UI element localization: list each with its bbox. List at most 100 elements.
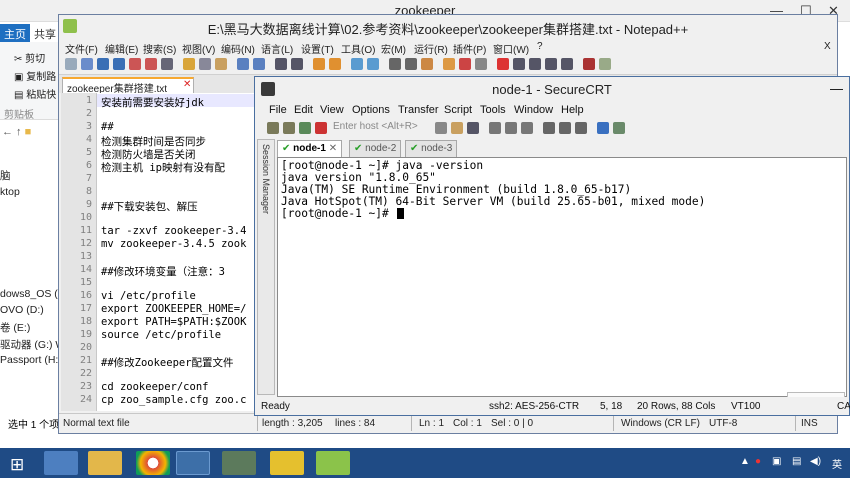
redo-icon[interactable] [253,58,265,70]
run-macro-multi-icon[interactable] [545,58,557,70]
help-icon[interactable] [597,122,609,134]
function-list-icon[interactable] [459,58,471,70]
menu-tools[interactable]: Tools [480,104,506,116]
zoom-in-icon[interactable] [313,58,325,70]
session-manager-panel[interactable]: Session Manager [257,139,275,395]
stop-macro-icon[interactable] [513,58,525,70]
menu-window[interactable]: Window [514,104,553,116]
sync-scroll-icon[interactable] [351,58,363,70]
print-selection-icon[interactable] [505,122,517,134]
nav-item[interactable]: dows8_OS ( [0,288,58,300]
folder-workspace-icon[interactable] [475,58,487,70]
close-document-button[interactable]: X [824,41,831,52]
key-icon[interactable] [575,122,587,134]
tab-node-2[interactable]: ✔ node-2 [349,140,402,157]
doc-map-icon[interactable] [443,58,455,70]
menu-edit[interactable]: Edit [294,104,313,116]
cut-button[interactable]: ✂ 剪切 [14,50,45,65]
menu-plugins[interactable]: 插件(P) [453,41,486,56]
settings-app-icon[interactable] [44,451,78,475]
ime-indicator[interactable]: 英 [832,456,842,471]
tab-node-1[interactable]: ✔ node-1 ✕ [277,140,343,157]
pdf-reader-icon[interactable] [270,451,304,475]
undo-icon[interactable] [237,58,249,70]
paste-shortcut-button[interactable]: ▤ 粘贴快 [14,86,56,101]
open-file-icon[interactable] [81,58,93,70]
menu-help[interactable]: ? [537,41,543,52]
file-explorer-icon[interactable] [88,451,122,475]
tab-home[interactable]: 主页 [0,24,30,44]
menu-tools[interactable]: 工具(O) [341,41,375,56]
document-tab[interactable]: zookeeper集群搭建.txt ✕ [62,77,194,95]
paste-icon[interactable] [451,122,463,134]
menu-help[interactable]: Help [561,104,584,116]
disconnect-icon[interactable] [315,122,327,134]
minimize-icon[interactable]: — [830,81,843,96]
tab-close-icon[interactable]: ✕ [183,79,191,90]
show-all-icon[interactable] [405,58,417,70]
tab-share[interactable]: 共享 [34,26,56,42]
copy-icon[interactable] [199,58,211,70]
menu-view[interactable]: 视图(V) [182,41,215,56]
connect-icon[interactable] [267,122,279,134]
quick-connect-icon[interactable] [283,122,295,134]
plugin-icon[interactable] [599,58,611,70]
menu-script[interactable]: Script [444,104,472,116]
menu-edit[interactable]: 编辑(E) [105,41,138,56]
cut-icon[interactable] [183,58,195,70]
host-input[interactable]: Enter host <Alt+R> [333,121,418,132]
paste-icon[interactable] [215,58,227,70]
save-icon[interactable] [97,58,109,70]
menu-run[interactable]: 运行(R) [414,41,448,56]
image-viewer-icon[interactable] [222,451,256,475]
menu-file[interactable]: 文件(F) [65,41,98,56]
menu-view[interactable]: View [320,104,344,116]
session-options-icon[interactable] [543,122,555,134]
volume-icon[interactable]: ◀) [810,456,821,467]
wrap-icon[interactable] [389,58,401,70]
copy-icon[interactable] [435,122,447,134]
save-all-icon[interactable] [113,58,125,70]
security-tray-icon[interactable]: ● [755,456,761,467]
nav-item[interactable]: Passport (H: [0,354,58,366]
chrome-icon[interactable] [136,451,170,475]
zoom-out-icon[interactable] [329,58,341,70]
windows-start-icon[interactable]: ⊞ [10,455,24,475]
global-options-icon[interactable] [559,122,571,134]
nav-item[interactable]: 驱动器 (G:) W [0,337,65,352]
find-icon[interactable] [275,58,287,70]
save-macro-icon[interactable] [561,58,573,70]
nav-item[interactable]: 卷 (E:) [0,320,30,335]
notepadpp-taskbar-icon[interactable] [316,451,350,475]
print-icon[interactable] [489,122,501,134]
network-icon[interactable]: ▤ [792,456,801,467]
nav-item[interactable]: OVO (D:) [0,304,44,316]
connect-tab-icon[interactable] [299,122,311,134]
nav-item[interactable]: ktop [0,186,20,198]
close-file-icon[interactable] [129,58,141,70]
menu-macro[interactable]: 宏(M) [381,41,406,56]
replace-icon[interactable] [291,58,303,70]
terminal-screen[interactable]: [root@node-1 ~]# java -version java vers… [277,157,847,397]
active-app-icon[interactable] [176,451,210,475]
menu-encoding[interactable]: 编码(N) [221,41,255,56]
indent-guide-icon[interactable] [421,58,433,70]
menu-transfer[interactable]: Transfer [398,104,439,116]
tab-close-icon[interactable]: ✕ [329,143,337,154]
tray-app-icon[interactable]: ▣ [772,456,781,467]
close-all-icon[interactable] [145,58,157,70]
menu-file[interactable]: File [269,104,287,116]
copy-path-button[interactable]: ▣ 复制路 [14,68,56,83]
find-icon[interactable] [467,122,479,134]
menu-options[interactable]: Options [352,104,390,116]
menu-window[interactable]: 窗口(W) [493,41,529,56]
nav-item[interactable]: 脑 [0,168,11,183]
spellcheck-icon[interactable] [583,58,595,70]
record-macro-icon[interactable] [497,58,509,70]
sync-h-icon[interactable] [367,58,379,70]
tray-expand-icon[interactable]: ▲ [740,456,750,467]
menu-settings[interactable]: 设置(T) [301,41,334,56]
menu-language[interactable]: 语言(L) [261,41,293,56]
tab-node-3[interactable]: ✔ node-3 [405,140,458,157]
play-macro-icon[interactable] [529,58,541,70]
